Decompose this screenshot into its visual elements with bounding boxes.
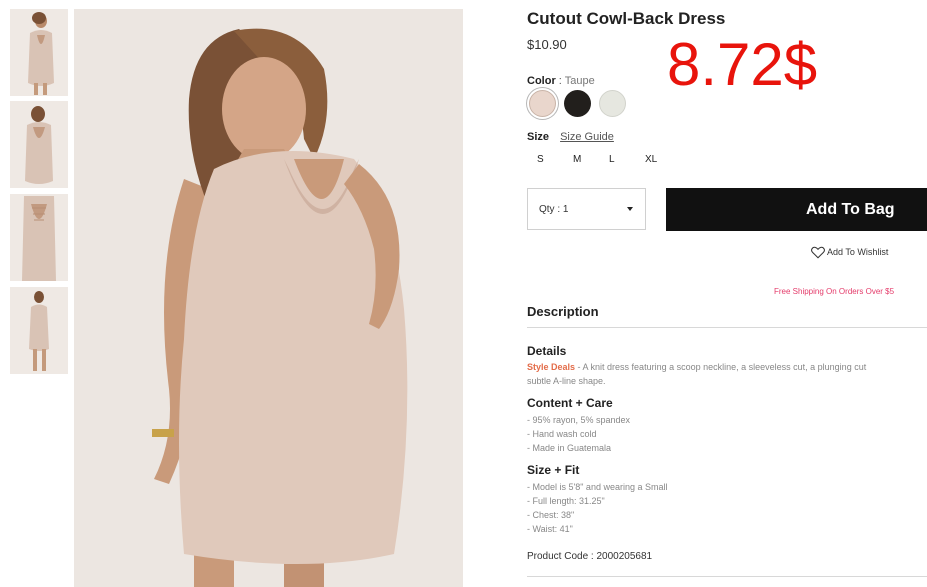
- fit-line: - Model is 5'8" and wearing a Small: [527, 482, 668, 492]
- style-deals-label: Style Deals: [527, 362, 576, 372]
- thumbnail-1-image: [10, 9, 68, 96]
- size-option-xl[interactable]: XL: [645, 154, 657, 165]
- size-option-l[interactable]: L: [609, 154, 615, 165]
- product-info-panel: Cutout Cowl-Back Dress $10.90 8.72$ Colo…: [527, 0, 927, 587]
- fit-line: - Chest: 38": [527, 510, 575, 520]
- wishlist-label: Add To Wishlist: [827, 246, 889, 257]
- size-label: Size: [527, 131, 550, 143]
- model-photo: [74, 9, 463, 587]
- thumbnail-1[interactable]: [10, 9, 68, 96]
- details-text-line-2: subtle A-line shape.: [527, 376, 606, 386]
- product-code: Product Code : 2000205681: [527, 551, 653, 562]
- details-heading: Details: [527, 344, 567, 358]
- bottom-divider: [527, 576, 927, 577]
- color-swatches: [527, 90, 637, 120]
- add-to-bag-button[interactable]: Add To Bag: [666, 188, 927, 231]
- color-separator: :: [558, 75, 562, 87]
- main-product-image[interactable]: [74, 9, 463, 587]
- fit-line: - Waist: 41": [527, 524, 573, 534]
- color-swatch-cream[interactable]: [599, 90, 626, 117]
- details-text: Style Deals - A knit dress featuring a s…: [527, 360, 866, 374]
- product-price: $10.90: [527, 37, 567, 52]
- thumbnail-4[interactable]: [10, 287, 68, 374]
- size-guide-link[interactable]: Size Guide: [560, 131, 614, 143]
- size-option-s[interactable]: S: [537, 154, 544, 165]
- thumbnail-2[interactable]: [10, 101, 68, 188]
- content-line: - Hand wash cold: [527, 429, 597, 439]
- color-swatch-black[interactable]: [564, 90, 591, 117]
- color-selector-label: Color : Taupe: [527, 75, 595, 87]
- details-body: - A knit dress featuring a scoop necklin…: [575, 362, 867, 372]
- size-fit-heading: Size + Fit: [527, 463, 580, 477]
- thumbnail-4-image: [10, 287, 68, 374]
- quantity-select[interactable]: Qty : 1: [527, 188, 646, 230]
- quantity-value: Qty : 1: [539, 204, 569, 215]
- product-title: Cutout Cowl-Back Dress: [527, 9, 726, 28]
- fit-line: - Full length: 31.25": [527, 496, 605, 506]
- heart-icon: [811, 246, 825, 259]
- add-to-wishlist-link[interactable]: Add To Wishlist: [811, 246, 888, 259]
- content-line: - 95% rayon, 5% spandex: [527, 415, 631, 425]
- description-divider: [527, 327, 927, 328]
- thumbnail-2-image: [10, 101, 68, 188]
- color-swatch-taupe[interactable]: [529, 90, 556, 117]
- description-heading[interactable]: Description: [527, 304, 599, 319]
- color-label: Color: [527, 75, 556, 87]
- size-selector-label: Size Size Guide: [527, 131, 614, 143]
- color-selected-value: Taupe: [564, 75, 595, 87]
- sale-price-overlay: 8.72$: [667, 31, 818, 98]
- chevron-down-icon: [627, 207, 633, 211]
- thumbnail-3-image: [10, 194, 68, 281]
- free-shipping-banner: Free Shipping On Orders Over $5: [774, 287, 895, 296]
- content-line: - Made in Guatemala: [527, 443, 612, 453]
- content-care-heading: Content + Care: [527, 396, 613, 410]
- thumbnail-3[interactable]: [10, 194, 68, 281]
- add-to-bag-label: Add To Bag: [806, 201, 895, 218]
- size-option-m[interactable]: M: [573, 154, 581, 165]
